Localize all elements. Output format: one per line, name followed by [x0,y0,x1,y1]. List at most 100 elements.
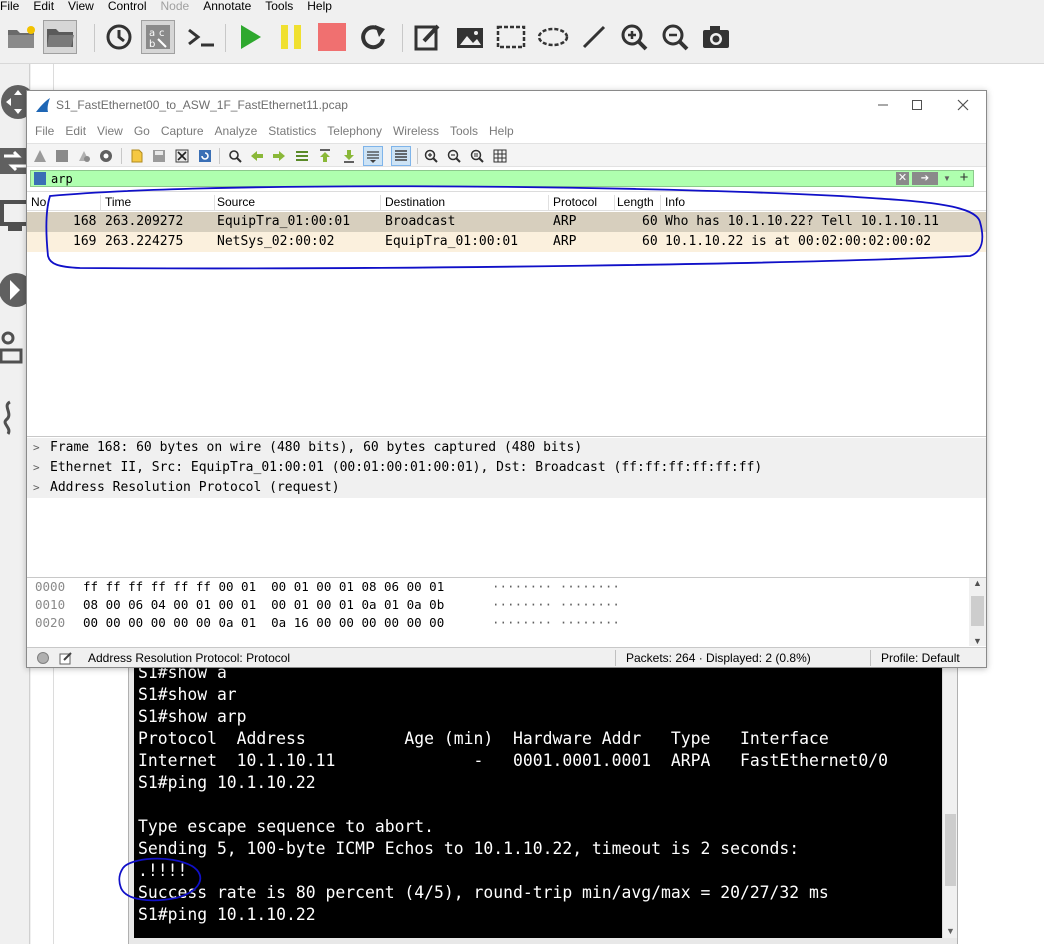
detail-row-ethernet[interactable]: > Ethernet II, Src: EquipTra_01:00:01 (0… [27,458,986,478]
draw-rectangle-icon[interactable] [494,20,528,54]
reload-file-icon[interactable] [195,146,215,166]
open-project-icon[interactable] [43,20,77,54]
close-icon[interactable] [947,95,979,115]
ws-menu-item-tools[interactable]: Tools [450,121,478,141]
first-packet-icon[interactable] [315,146,335,166]
screenshot-icon[interactable] [699,20,733,54]
add-filter-button-icon[interactable]: + [957,168,971,188]
last-packet-icon[interactable] [339,146,359,166]
display-filter-box: ✕ ➔ ▼ [30,170,974,187]
colorize-icon[interactable] [391,146,411,166]
clock-icon[interactable] [102,20,136,54]
ws-menu-item-capture[interactable]: Capture [161,121,204,141]
start-icon[interactable] [233,20,267,54]
resize-columns-icon[interactable] [490,146,510,166]
column-header-destination[interactable]: Destination [385,195,549,210]
scroll-up-icon[interactable]: ▲ [969,578,986,588]
ws-menu-item-wireless[interactable]: Wireless [393,121,439,141]
capture-options-icon[interactable] [96,146,116,166]
column-header-length[interactable]: Length [617,195,661,210]
minimize-icon[interactable] [867,95,899,115]
menu-item-tools[interactable]: Tools [265,0,293,12]
zoom-out-icon[interactable] [444,146,464,166]
gns3-toolbar: acb [0,14,1044,64]
edit-comment-icon[interactable] [59,651,73,665]
menu-item-control[interactable]: Control [108,0,147,12]
status-profile[interactable]: Profile: Default [881,651,960,665]
device-labels-icon[interactable]: acb [141,20,175,54]
menu-item-node: Node [160,0,190,13]
ws-menu-item-view[interactable]: View [97,121,123,141]
insert-image-icon[interactable] [453,20,487,54]
column-header-protocol[interactable]: Protocol [553,195,615,210]
go-forward-icon[interactable] [269,146,289,166]
scroll-down-icon[interactable]: ▼ [969,636,986,646]
menu-item-help[interactable]: Help [307,0,332,12]
menu-item-edit[interactable]: Edit [33,0,54,12]
column-header-no[interactable]: No. [31,195,101,210]
detail-row-frame[interactable]: > Frame 168: 60 bytes on wire (480 bits)… [27,438,986,458]
wireshark-logo-icon [36,98,50,112]
packet-row[interactable]: 169 263.224275 NetSys_02:00:02 EquipTra_… [27,232,986,252]
status-packet-count: Packets: 264 · Displayed: 2 (0.8%) [626,651,811,665]
detail-row-arp[interactable]: > Address Resolution Protocol (request) [27,478,986,498]
open-file-icon[interactable] [127,146,147,166]
restart-capture-icon[interactable] [74,146,94,166]
chevron-down-icon[interactable]: ▼ [940,172,954,185]
terminal[interactable]: S1#show a S1#show ar S1#show arp Protoco… [134,664,942,938]
chevron-right-icon[interactable]: > [33,438,40,458]
toolbar-separator [225,24,226,52]
menu-item-view[interactable]: View [68,0,94,12]
scroll-down-icon[interactable]: ▼ [943,924,958,938]
apply-filter-icon[interactable]: ➔ [912,172,938,185]
zoom-in-icon[interactable] [617,20,651,54]
menu-item-file[interactable]: File [0,0,19,12]
svg-text:c: c [159,28,165,39]
terminal-scrollbar[interactable]: ▼ [942,664,957,938]
scrollbar-thumb[interactable] [971,596,984,626]
draw-line-icon[interactable] [577,20,611,54]
save-file-icon[interactable] [149,146,169,166]
column-header-source[interactable]: Source [217,195,381,210]
find-packet-icon[interactable] [225,146,245,166]
normal-size-icon[interactable] [467,146,487,166]
start-capture-icon[interactable] [30,146,50,166]
maximize-icon[interactable] [901,95,933,115]
draw-ellipse-icon[interactable] [536,20,570,54]
reload-icon[interactable] [356,20,390,54]
column-header-info[interactable]: Info [665,195,985,210]
zoom-out-icon[interactable] [658,20,692,54]
packet-row[interactable]: 168 263.209272 EquipTra_01:00:01 Broadca… [27,212,986,232]
ws-menu-item-statistics[interactable]: Statistics [268,121,316,141]
bookmark-icon[interactable] [34,172,46,185]
stop-icon[interactable] [315,20,349,54]
close-file-icon[interactable] [172,146,192,166]
ws-menu-item-help[interactable]: Help [489,121,514,141]
ws-menu-item-analyze[interactable]: Analyze [215,121,258,141]
chevron-right-icon[interactable]: > [33,458,40,478]
ws-menu-item-go[interactable]: Go [134,121,150,141]
menu-item-annotate[interactable]: Annotate [203,0,251,12]
column-header-time[interactable]: Time [105,195,215,210]
display-filter-input[interactable] [51,171,891,186]
chevron-right-icon[interactable]: > [33,478,40,498]
ws-menu-item-file[interactable]: File [35,121,54,141]
add-note-icon[interactable] [411,20,445,54]
stop-capture-icon[interactable] [52,146,72,166]
zoom-in-icon[interactable] [421,146,441,166]
wireshark-titlebar[interactable]: S1_FastEthernet00_to_ASW_1F_FastEthernet… [27,91,986,119]
packet-details: > Frame 168: 60 bytes on wire (480 bits)… [27,436,986,571]
ws-menu-item-edit[interactable]: Edit [65,121,86,141]
go-back-icon[interactable] [247,146,267,166]
wireshark-window: S1_FastEthernet00_to_ASW_1F_FastEthernet… [26,90,987,668]
ws-menu-item-telephony[interactable]: Telephony [327,121,382,141]
console-icon[interactable] [184,20,218,54]
autoscroll-icon[interactable] [363,146,383,166]
clear-filter-icon[interactable]: ✕ [896,172,909,185]
scrollbar-thumb[interactable] [945,814,956,886]
go-to-packet-icon[interactable] [292,146,312,166]
packet-bytes-vscrollbar[interactable]: ▲ ▼ [969,578,986,646]
pause-icon[interactable] [274,20,308,54]
expert-info-icon[interactable] [37,652,49,664]
new-project-icon[interactable] [4,20,38,54]
